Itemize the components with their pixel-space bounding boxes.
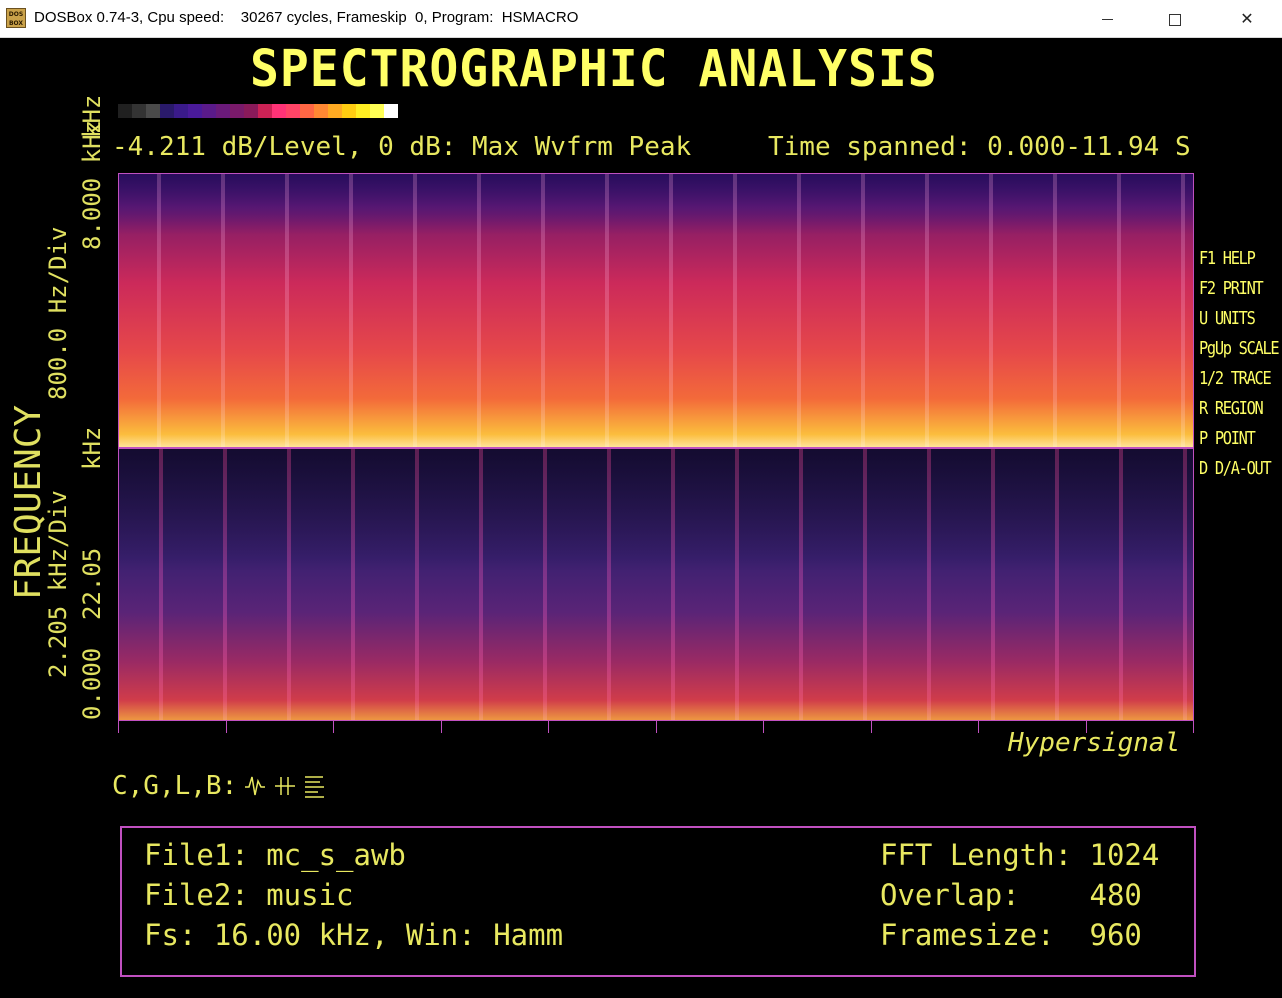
time-axis-tick [440,721,442,733]
analysis-info-panel: File1: mc_s_awb File2: music Fs: 16.00 k… [120,826,1196,977]
color-scale-swatch [328,104,342,118]
spectrogram-top-pane[interactable] [119,174,1193,448]
color-scale-swatch [314,104,328,118]
dos-screen[interactable]: SPECTROGRAPHIC ANALYSIS -4.211 dB/Level,… [0,38,1282,998]
function-key-menu: F1 HELP F2 PRINT U UNITS PgUp SCALE 1/2 … [1199,244,1280,484]
color-scale-swatch [202,104,216,118]
color-scale-swatch [230,104,244,118]
color-scale-swatch [216,104,230,118]
maximize-button[interactable] [1152,0,1198,37]
minimize-icon [1101,19,1113,20]
color-scale-swatch [300,104,314,118]
bars-icon[interactable] [304,773,326,799]
menu-item-trace[interactable]: 1/2 TRACE [1199,364,1278,394]
menu-item-scale[interactable]: PgUp SCALE [1199,334,1280,364]
close-button[interactable]: ✕ [1224,0,1270,37]
waveform-icon[interactable] [244,773,266,799]
time-axis-tick [978,721,979,733]
color-scale-swatch [174,104,188,118]
menu-item-help[interactable]: F1 HELP [1199,244,1278,274]
color-scale-swatch [146,104,160,118]
time-axis-tick [225,721,227,733]
window-titlebar[interactable]: DOS BOX DOSBox 0.74-3, Cpu speed: 30267 … [0,0,1282,38]
time-axis-tick [118,721,119,733]
minimize-button[interactable] [1084,0,1130,37]
color-scale-swatch [286,104,300,118]
color-scale-swatch [384,104,398,118]
time-axis-tick [870,721,872,733]
time-spanned-readout: Time spanned: 0.000-11.94 S [768,132,1191,162]
color-scale-swatch [356,104,370,118]
menu-item-da-out[interactable]: D D/A-OUT [1199,454,1278,484]
color-scale-legend [118,104,398,118]
top-pane-min-label: 8.000 kHz [78,119,106,250]
window-title: DOSBox 0.74-3, Cpu speed: 30267 cycles, … [34,9,579,26]
dosbox-app-icon[interactable]: DOS BOX [6,8,26,28]
frequency-axis-title: FREQUENCY [8,404,49,600]
color-scale-swatch [244,104,258,118]
time-axis-tick [655,721,657,733]
cursor-ticks-icon[interactable] [274,773,296,799]
color-scale-swatch [272,104,286,118]
fft-length-readout: FFT Length: 1024 [880,838,1160,872]
bottom-pane-min-label: 0.000 [78,647,106,720]
db-level-readout: -4.211 dB/Level, 0 dB: Max Wvfrm Peak [112,132,692,162]
bottom-pane-div-label: 2.205 kHz/Div [44,490,72,678]
time-axis-tick [1193,721,1194,733]
menu-item-point[interactable]: P POINT [1199,424,1278,454]
close-icon: ✕ [1240,9,1254,28]
color-scale-swatch [258,104,272,118]
menu-item-units[interactable]: U UNITS [1199,304,1278,334]
hypersignal-logo: Hypersignal [1008,728,1181,758]
top-pane-unit-label: kHz [78,94,106,138]
color-scale-swatch [342,104,356,118]
framesize-readout: Framesize: 960 [880,918,1142,952]
color-scale-swatch [188,104,202,118]
color-scale-swatch [160,104,174,118]
page-title: SPECTROGRAPHIC ANALYSIS [250,40,938,99]
top-pane-base-unit: kHz [78,426,106,470]
color-scale-swatch [118,104,132,118]
top-pane-div-label: 800.0 Hz/Div [44,226,72,400]
file2-readout: File2: music [144,878,354,912]
maximize-icon [1169,13,1181,26]
spectrogram-plot[interactable] [118,173,1194,721]
menu-item-region[interactable]: R REGION [1199,394,1278,424]
spectrogram-bottom-pane[interactable] [119,448,1193,720]
display-mode-label: C,G,L,B: [112,771,238,801]
time-axis-tick [548,721,549,733]
sample-rate-readout: Fs: 16.00 kHz, Win: Hamm [144,918,564,952]
time-axis-tick [333,721,334,733]
file1-readout: File1: mc_s_awb [144,838,406,872]
color-scale-swatch [132,104,146,118]
bottom-pane-max-label: 22.05 [78,547,106,620]
pane-divider [119,447,1193,449]
menu-item-print[interactable]: F2 PRINT [1199,274,1278,304]
time-axis-tick [763,721,764,733]
color-scale-swatch [370,104,384,118]
overlap-readout: Overlap: 480 [880,878,1142,912]
